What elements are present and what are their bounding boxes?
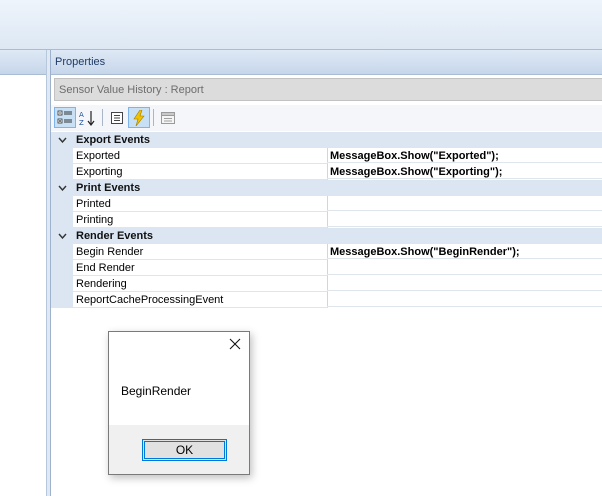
dialog-footer: OK — [109, 425, 249, 474]
property-value[interactable]: MessageBox.Show("BeginRender"); — [327, 244, 602, 259]
left-panel — [0, 50, 47, 496]
property-value[interactable] — [327, 276, 602, 291]
property-row[interactable]: Rendering — [51, 276, 602, 292]
property-name: Begin Render — [73, 244, 328, 260]
property-row[interactable]: Exporting MessageBox.Show("Exporting"); — [51, 164, 602, 180]
property-name: End Render — [73, 260, 328, 276]
property-name: Exported — [73, 148, 328, 164]
property-name: Printed — [73, 196, 328, 212]
property-row[interactable]: ReportCacheProcessingEvent — [51, 292, 602, 308]
message-box-dialog: BeginRender OK — [108, 331, 250, 475]
category-label: Export Events — [76, 134, 150, 146]
property-value[interactable] — [327, 212, 602, 227]
chevron-down-icon[interactable] — [55, 228, 69, 244]
toolbar-separator — [153, 109, 154, 126]
object-properties-button[interactable] — [157, 107, 179, 128]
property-row[interactable]: Printing — [51, 212, 602, 228]
toolbar-separator — [102, 109, 103, 126]
property-value[interactable] — [327, 196, 602, 211]
property-row[interactable]: End Render — [51, 260, 602, 276]
property-name: Exporting — [73, 164, 328, 180]
svg-text:Z: Z — [79, 119, 84, 127]
sort-alphabetical-button[interactable]: A Z — [76, 107, 98, 128]
property-name: Printing — [73, 212, 328, 228]
chevron-down-icon[interactable] — [55, 180, 69, 196]
sort-alphabetical-icon: A Z — [79, 110, 95, 127]
message-text: BeginRender — [121, 384, 192, 398]
category-label: Render Events — [76, 230, 154, 242]
property-value[interactable]: MessageBox.Show("Exported"); — [327, 148, 602, 163]
category-print-events[interactable]: Print Events — [51, 180, 602, 196]
property-value[interactable] — [327, 292, 602, 307]
category-export-events[interactable]: Export Events — [51, 132, 602, 148]
category-label: Print Events — [76, 182, 141, 194]
chevron-down-icon[interactable] — [55, 132, 69, 148]
property-pages-icon — [111, 111, 123, 124]
properties-toolbar: A Z — [51, 105, 602, 131]
property-row[interactable]: Begin Render MessageBox.Show("BeginRende… — [51, 244, 602, 260]
property-name: Rendering — [73, 276, 328, 292]
property-name: ReportCacheProcessingEvent — [73, 292, 328, 308]
object-selector[interactable]: Sensor Value History : Report — [54, 78, 602, 101]
events-button[interactable] — [128, 107, 150, 128]
left-panel-header — [0, 50, 46, 75]
svg-text:A: A — [79, 111, 84, 119]
property-row[interactable]: Exported MessageBox.Show("Exported"); — [51, 148, 602, 164]
property-value[interactable] — [327, 260, 602, 275]
events-icon — [133, 109, 145, 126]
top-band — [0, 0, 602, 50]
object-properties-icon — [161, 111, 175, 124]
categorized-button[interactable] — [54, 107, 76, 128]
property-row[interactable]: Printed — [51, 196, 602, 212]
category-render-events[interactable]: Render Events — [51, 228, 602, 244]
properties-panel-title: Properties — [51, 50, 602, 75]
close-icon — [229, 338, 241, 350]
ok-button[interactable]: OK — [142, 439, 227, 461]
property-grid: Export Events Exported MessageBox.Show("… — [51, 132, 602, 308]
property-pages-button[interactable] — [106, 107, 128, 128]
categorized-icon — [57, 110, 72, 123]
close-button[interactable] — [227, 336, 243, 352]
property-value[interactable]: MessageBox.Show("Exporting"); — [327, 164, 602, 179]
